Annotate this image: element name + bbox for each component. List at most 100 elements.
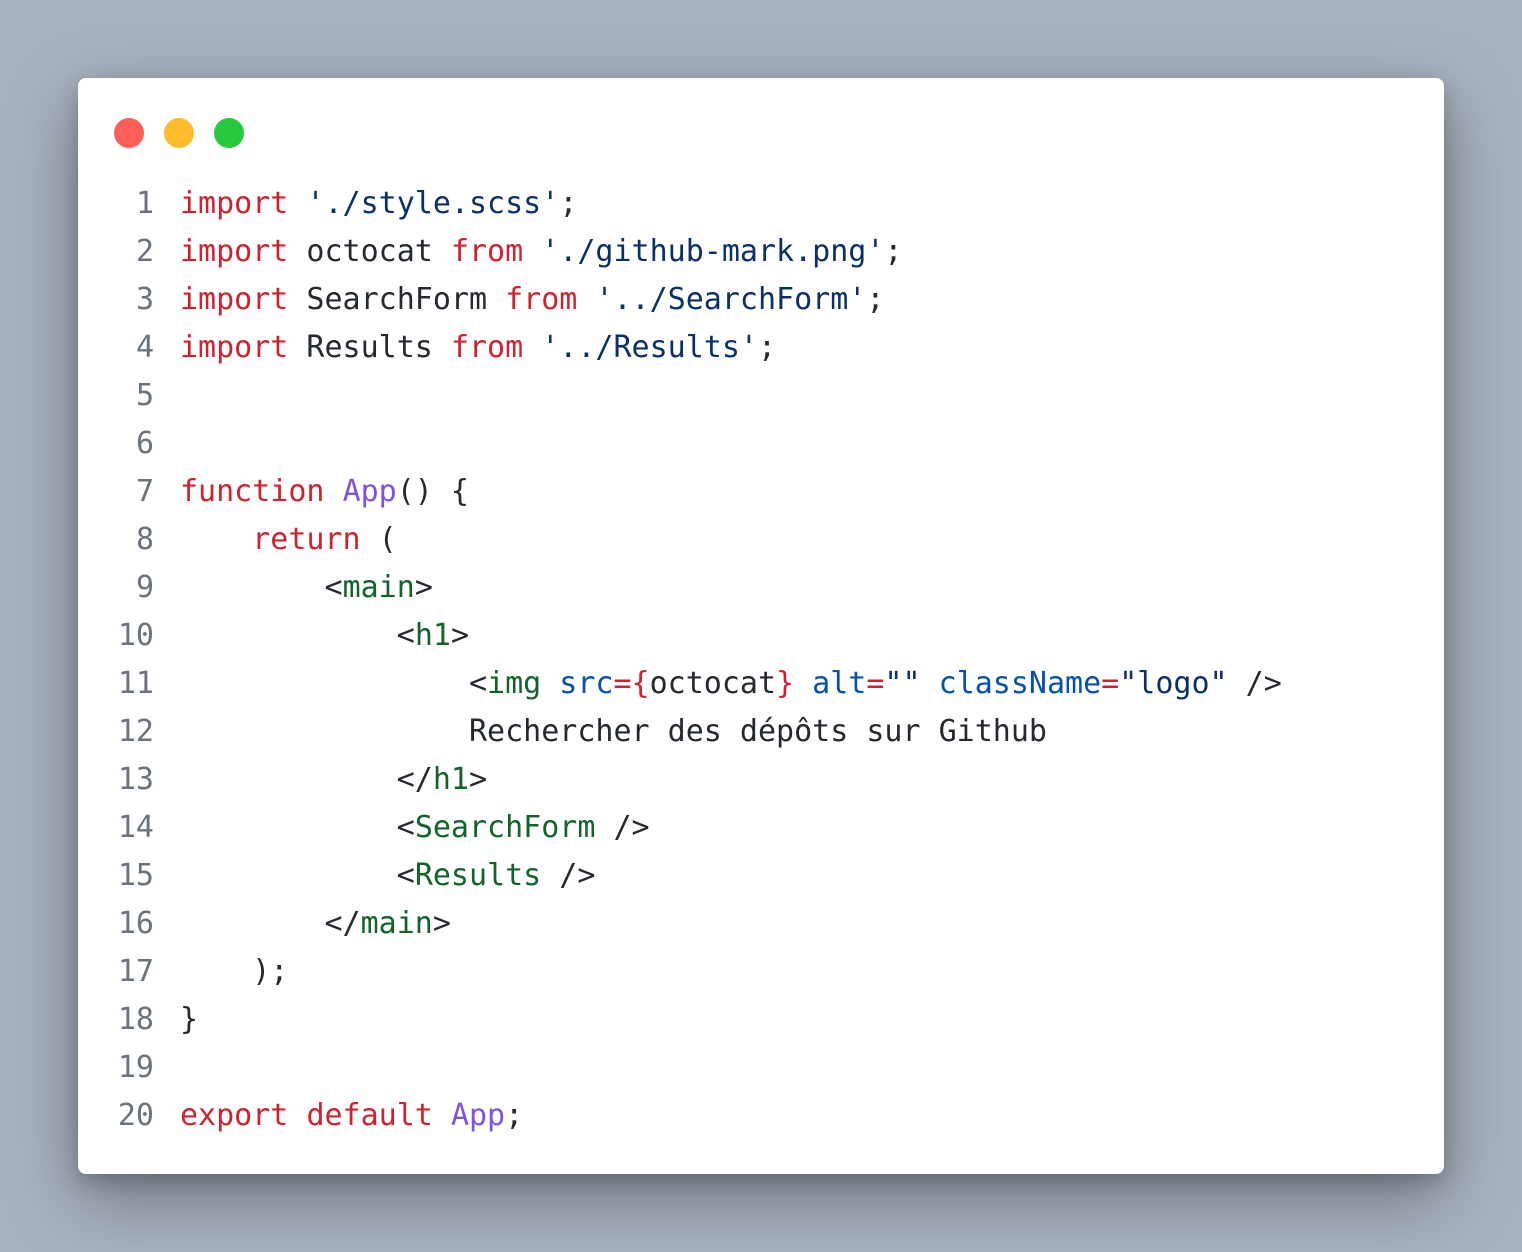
window-controls: [114, 118, 244, 148]
line-number: 12: [117, 714, 154, 749]
code-window: 1 import './style.scss'; 2 import octocat f…: [78, 78, 1444, 1174]
code-token-plain: >: [414, 570, 433, 605]
code-line: 18}: [78, 996, 1444, 1044]
code-line: 8 return (: [78, 516, 1444, 564]
code-token-plain: </: [180, 762, 433, 797]
code-token-tag: main: [342, 570, 415, 605]
minimize-dot-icon[interactable]: [164, 118, 194, 148]
code-token-plain: SearchForm: [288, 282, 506, 317]
code-text: <Results />: [180, 852, 596, 900]
code-token-string: './github-mark.png': [541, 234, 885, 269]
code-text: export default App;: [180, 1092, 523, 1140]
code-token-attribute: className: [938, 666, 1102, 701]
code-token-string: '../SearchForm': [595, 282, 867, 317]
code-token-string: '../Results': [541, 330, 758, 365]
code-token-plain: >: [450, 618, 469, 653]
code-token-tag: main: [360, 906, 433, 941]
code-token-keyword: =: [1101, 666, 1120, 701]
code-token-attribute: alt: [812, 666, 867, 701]
code-token-tag: h1: [414, 618, 451, 653]
code-line: 4 import Results from '../Results';: [78, 324, 1444, 372]
code-token-keyword: from: [450, 234, 524, 269]
code-text: }: [180, 996, 198, 1044]
code-line: 3 import SearchForm from '../SearchForm';: [78, 276, 1444, 324]
code-token-string: "logo": [1119, 666, 1228, 701]
code-line: 20 export default App;: [78, 1092, 1444, 1140]
code-line: 15 <Results />: [78, 852, 1444, 900]
code-token-keyword: return: [252, 522, 361, 557]
code-token-plain: <: [180, 810, 415, 845]
code-line: 11 <img src={octocat} alt="" className="…: [78, 660, 1444, 708]
code-token-keyword: function: [180, 474, 325, 509]
code-token-string: "": [884, 666, 921, 701]
line-number: 11: [117, 666, 154, 701]
code-line: 2 import octocat from './github-mark.png'…: [78, 228, 1444, 276]
code-text: </main>: [180, 900, 451, 948]
code-line: 1 import './style.scss';: [78, 180, 1444, 228]
code-token-plain: Rechercher des dépôts sur Github: [180, 714, 1047, 749]
code-token-keyword: import: [180, 234, 289, 269]
line-number: 15: [117, 858, 154, 893]
code-token-keyword: import: [180, 186, 289, 221]
code-token-tag: SearchForm: [414, 810, 596, 845]
code-text: import './style.scss';: [180, 180, 577, 228]
code-token-string: './style.scss': [306, 186, 560, 221]
code-token-plain: ;: [884, 234, 903, 269]
code-token-plain: <: [180, 666, 488, 701]
line-number: 13: [117, 762, 154, 797]
code-token-plain: }: [180, 1002, 199, 1037]
code-token-keyword: import: [180, 282, 289, 317]
code-token-plain: (: [360, 522, 397, 557]
code-text: import Results from '../Results';: [180, 324, 776, 372]
code-token-plain: ;: [505, 1098, 524, 1133]
line-number: 14: [117, 810, 154, 845]
line-number: 4: [135, 330, 154, 365]
code-token-plain: octocat: [649, 666, 777, 701]
code-token-plain: >: [432, 906, 451, 941]
code-token-plain: ;: [866, 282, 885, 317]
code-token-plain: />: [541, 858, 596, 893]
code-token-plain: >: [469, 762, 488, 797]
code-line: 16 </main>: [78, 900, 1444, 948]
line-number: 3: [135, 282, 154, 317]
code-text: <main>: [180, 564, 433, 612]
code-text: <img src={octocat} alt="" className="log…: [180, 660, 1282, 708]
maximize-dot-icon[interactable]: [214, 118, 244, 148]
line-number: 6: [135, 426, 154, 461]
code-line: 5: [78, 372, 1444, 420]
line-number: 1: [135, 186, 154, 221]
code-token-keyword: from: [505, 282, 578, 317]
code-token-plain: />: [1227, 666, 1282, 701]
line-number: 18: [117, 1002, 154, 1037]
code-token-plain: </: [180, 906, 361, 941]
code-token-plain: () {: [396, 474, 469, 509]
code-text: <h1>: [180, 612, 469, 660]
code-line: 14 <SearchForm />: [78, 804, 1444, 852]
code-line: 12 Rechercher des dépôts sur Github: [78, 708, 1444, 756]
code-token-keyword: export: [180, 1098, 289, 1133]
code-token-keyword: =: [866, 666, 885, 701]
code-token-tag: img: [487, 666, 542, 701]
code-line: 10 <h1>: [78, 612, 1444, 660]
code-line: 9 <main>: [78, 564, 1444, 612]
code-token-plain: <: [180, 570, 343, 605]
line-number: 8: [135, 522, 154, 557]
line-number: 10: [117, 618, 154, 653]
code-text: import octocat from './github-mark.png';: [180, 228, 902, 276]
code-text: import SearchForm from '../SearchForm';: [180, 276, 884, 324]
code-token-attribute: src: [559, 666, 614, 701]
code-token-keyword: import: [180, 330, 289, 365]
code-token-tag: Results: [414, 858, 542, 893]
line-number: 17: [117, 954, 154, 989]
code-text: <SearchForm />: [180, 804, 650, 852]
code-token-function: App: [450, 1098, 506, 1133]
close-dot-icon[interactable]: [114, 118, 144, 148]
